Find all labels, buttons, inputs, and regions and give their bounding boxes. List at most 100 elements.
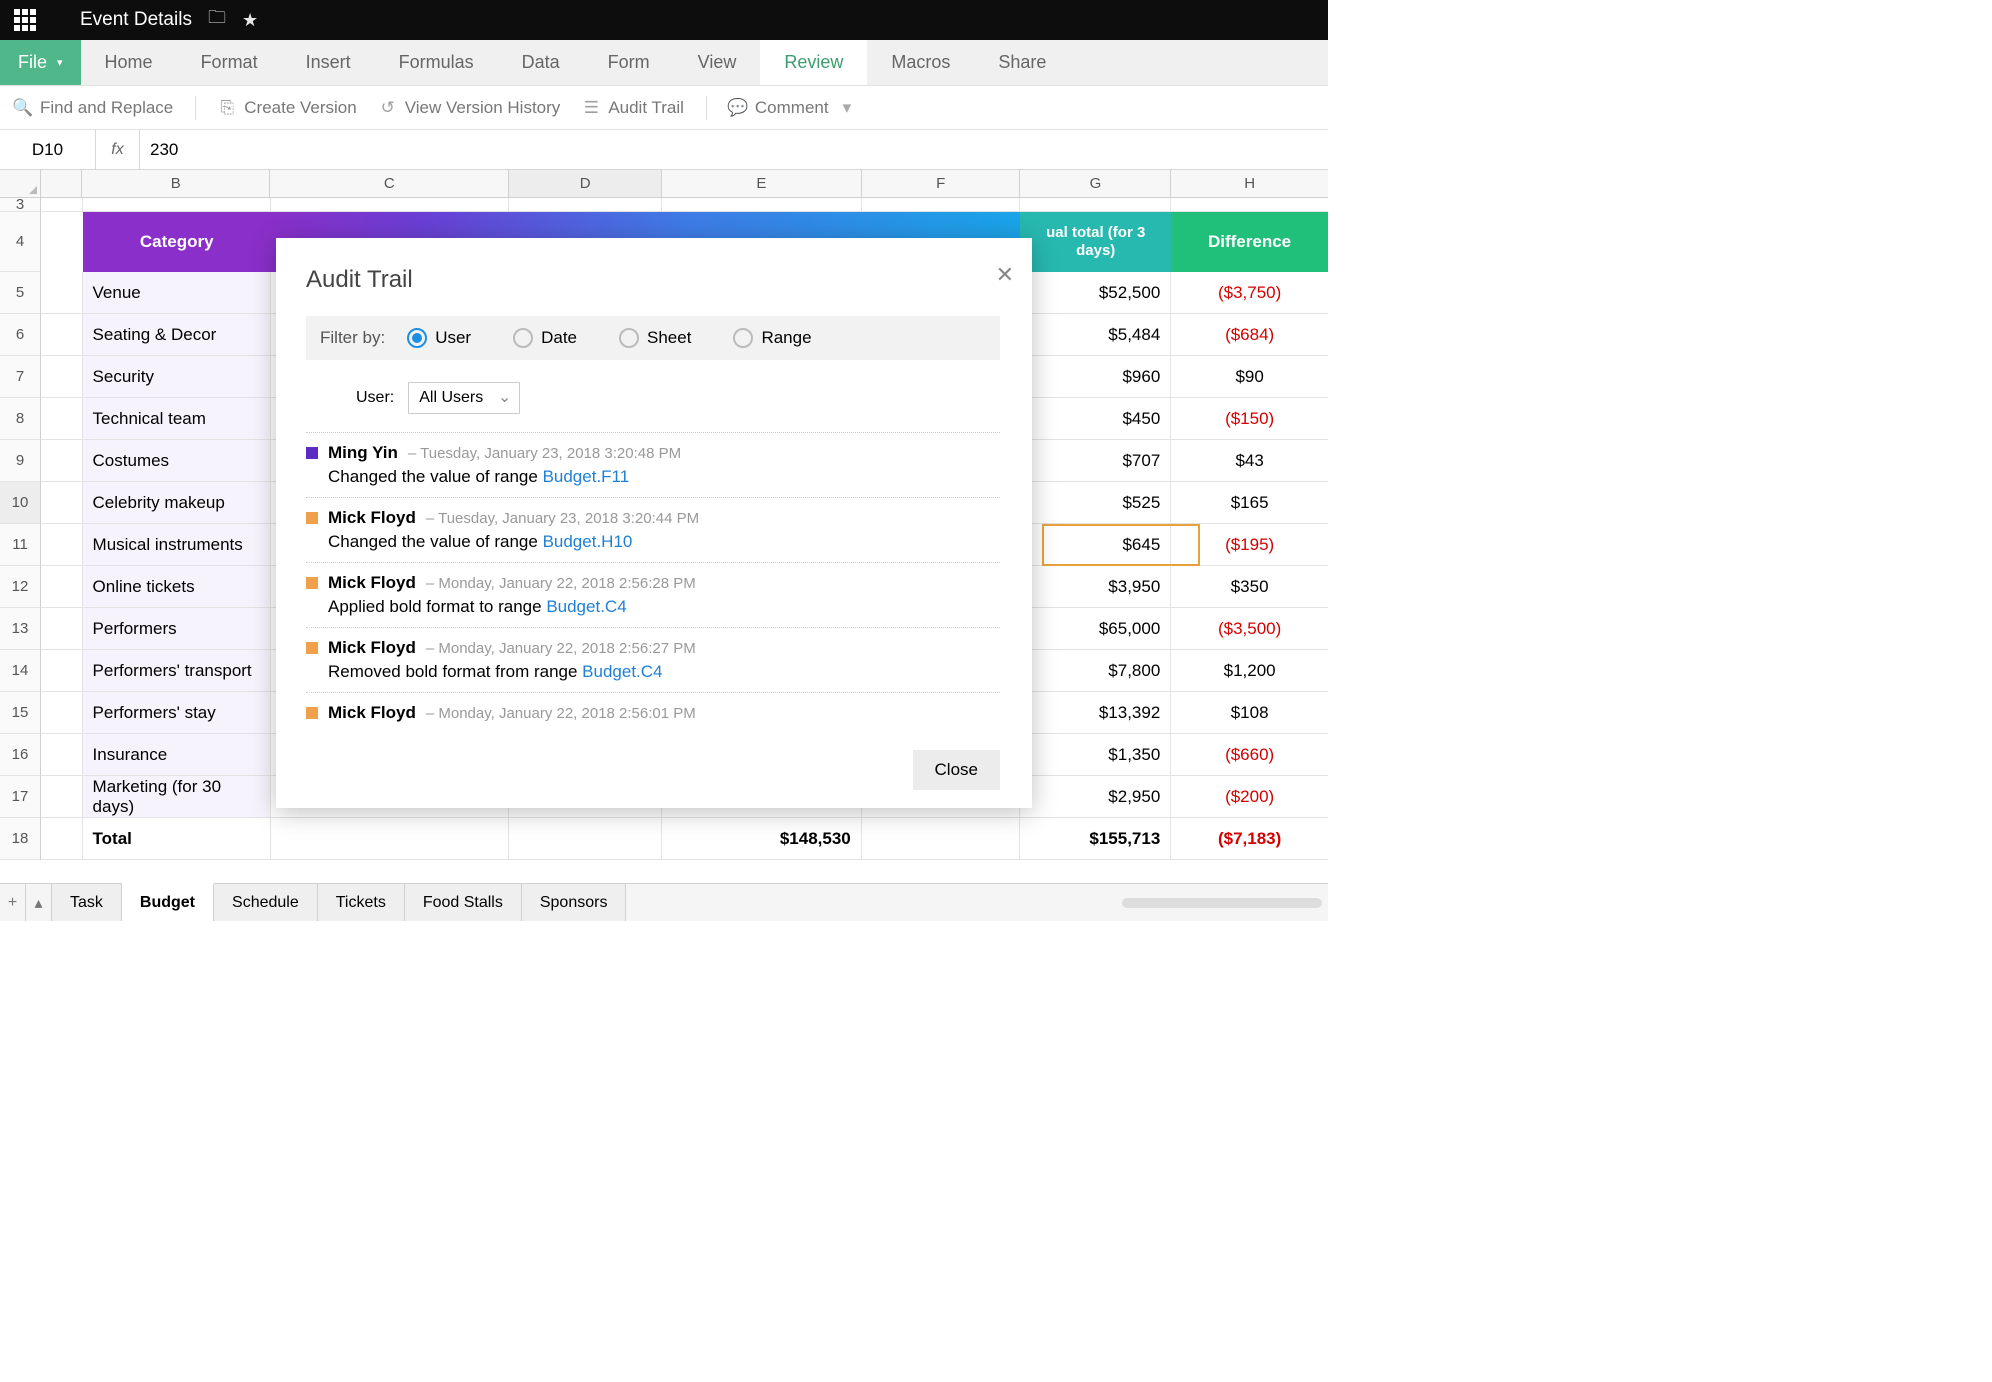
row-header[interactable]: 11	[0, 524, 41, 566]
horizontal-scrollbar[interactable]	[626, 884, 1328, 921]
row-header[interactable]: 5	[0, 272, 41, 314]
cell-H[interactable]: $43	[1171, 440, 1328, 482]
row-header[interactable]: 18	[0, 818, 41, 860]
menu-review[interactable]: Review	[760, 40, 867, 85]
row-header[interactable]: 17	[0, 776, 41, 818]
col-header-D[interactable]: D	[509, 170, 662, 197]
range-link[interactable]: Budget.C4	[546, 597, 626, 616]
col-header-C[interactable]: C	[270, 170, 509, 197]
col-header-F[interactable]: F	[862, 170, 1021, 197]
row-header[interactable]: 6	[0, 314, 41, 356]
range-link[interactable]: Budget.C4	[582, 662, 662, 681]
cell-B[interactable]: Costumes	[83, 440, 271, 482]
menu-home[interactable]: Home	[81, 40, 177, 85]
range-link[interactable]: Budget.H10	[543, 532, 633, 551]
comment-button[interactable]: 💬Comment▾	[729, 98, 851, 118]
cell-B[interactable]: Performers' transport	[83, 650, 271, 692]
cell-G[interactable]: $5,484	[1020, 314, 1171, 356]
menu-formulas[interactable]: Formulas	[375, 40, 498, 85]
cell-B[interactable]: Technical team	[83, 398, 271, 440]
cell-H[interactable]: ($3,500)	[1171, 608, 1328, 650]
cell[interactable]	[83, 198, 271, 212]
cell-D[interactable]	[509, 818, 662, 860]
cell[interactable]	[1020, 198, 1171, 212]
cell-B[interactable]: Insurance	[83, 734, 271, 776]
cell-F[interactable]	[862, 818, 1021, 860]
cell-H[interactable]: $165	[1171, 482, 1328, 524]
cell-E[interactable]: $148,530	[662, 818, 862, 860]
row-3[interactable]: 3	[0, 198, 1328, 212]
cell-H[interactable]: ($660)	[1171, 734, 1328, 776]
find-replace-button[interactable]: 🔍Find and Replace	[14, 98, 173, 118]
cell-G[interactable]: $65,000	[1020, 608, 1171, 650]
menu-macros[interactable]: Macros	[867, 40, 974, 85]
cell[interactable]	[1171, 198, 1328, 212]
modal-close-icon[interactable]: ✕	[996, 262, 1014, 288]
cell-G[interactable]: $1,350	[1020, 734, 1171, 776]
name-box[interactable]: D10	[0, 130, 96, 169]
row-header[interactable]: 7	[0, 356, 41, 398]
cell[interactable]	[662, 198, 862, 212]
cell-G[interactable]: $450	[1020, 398, 1171, 440]
row-header[interactable]: 10	[0, 482, 41, 524]
cell-B[interactable]: Performers' stay	[83, 692, 271, 734]
sheet-tab-budget[interactable]: Budget	[122, 883, 214, 921]
sheet-tab-sponsors[interactable]: Sponsors	[522, 884, 627, 921]
cell-H[interactable]: $90	[1171, 356, 1328, 398]
menu-view[interactable]: View	[674, 40, 761, 85]
cell-H[interactable]: ($200)	[1171, 776, 1328, 818]
cell-B[interactable]: Performers	[83, 608, 271, 650]
cell-H[interactable]: $350	[1171, 566, 1328, 608]
cell-H[interactable]: $108	[1171, 692, 1328, 734]
add-sheet-button[interactable]: +	[0, 884, 26, 921]
cell-B[interactable]: Musical instruments	[83, 524, 271, 566]
row-18[interactable]: 18 Total $148,530 $155,713($7,183)	[0, 818, 1328, 860]
sheet-tab-task[interactable]: Task	[52, 884, 122, 921]
select-all-corner[interactable]	[0, 170, 41, 197]
range-link[interactable]: Budget.F11	[543, 467, 630, 486]
col-header-E[interactable]: E	[662, 170, 862, 197]
col-header-H[interactable]: H	[1171, 170, 1328, 197]
menu-insert[interactable]: Insert	[282, 40, 375, 85]
cell-H[interactable]: ($684)	[1171, 314, 1328, 356]
menu-form[interactable]: Form	[584, 40, 674, 85]
audit-trail-button[interactable]: ☰Audit Trail	[582, 98, 684, 118]
folder-icon[interactable]: 🗀	[208, 5, 226, 35]
filter-radio-range[interactable]: Range	[733, 328, 811, 348]
cell-G[interactable]: $960	[1020, 356, 1171, 398]
filter-radio-date[interactable]: Date	[513, 328, 577, 348]
row-header[interactable]: 12	[0, 566, 41, 608]
cell[interactable]	[271, 198, 510, 212]
row-header[interactable]: 4	[0, 212, 41, 272]
row-header[interactable]: 3	[0, 198, 41, 212]
menu-format[interactable]: Format	[177, 40, 282, 85]
cell-G[interactable]: $155,713	[1020, 818, 1171, 860]
close-button[interactable]: Close	[913, 750, 1000, 790]
apps-icon[interactable]	[14, 9, 36, 31]
cell-B[interactable]: Venue	[83, 272, 271, 314]
cell-H[interactable]: ($150)	[1171, 398, 1328, 440]
cell-G[interactable]: $645	[1020, 524, 1171, 566]
cell-B[interactable]: Seating & Decor	[83, 314, 271, 356]
sheet-tab-tickets[interactable]: Tickets	[318, 884, 405, 921]
cell-B[interactable]: Security	[83, 356, 271, 398]
menu-share[interactable]: Share	[974, 40, 1070, 85]
cell-G[interactable]: $52,500	[1020, 272, 1171, 314]
user-select[interactable]: All Users	[408, 382, 520, 414]
row-header[interactable]: 13	[0, 608, 41, 650]
filter-radio-sheet[interactable]: Sheet	[619, 328, 691, 348]
cell-C[interactable]	[271, 818, 510, 860]
cell-B[interactable]: Total	[83, 818, 271, 860]
view-history-button[interactable]: ↺View Version History	[379, 98, 561, 118]
cell-G[interactable]: $3,950	[1020, 566, 1171, 608]
create-version-button[interactable]: ⎘Create Version	[218, 98, 356, 118]
filter-radio-user[interactable]: User	[407, 328, 471, 348]
cell-H[interactable]: ($7,183)	[1171, 818, 1328, 860]
menu-data[interactable]: Data	[498, 40, 584, 85]
row-header[interactable]: 15	[0, 692, 41, 734]
cell-G[interactable]: $525	[1020, 482, 1171, 524]
row-header[interactable]: 16	[0, 734, 41, 776]
row-header[interactable]: 14	[0, 650, 41, 692]
row-header[interactable]: 8	[0, 398, 41, 440]
cell-G[interactable]: $2,950	[1020, 776, 1171, 818]
